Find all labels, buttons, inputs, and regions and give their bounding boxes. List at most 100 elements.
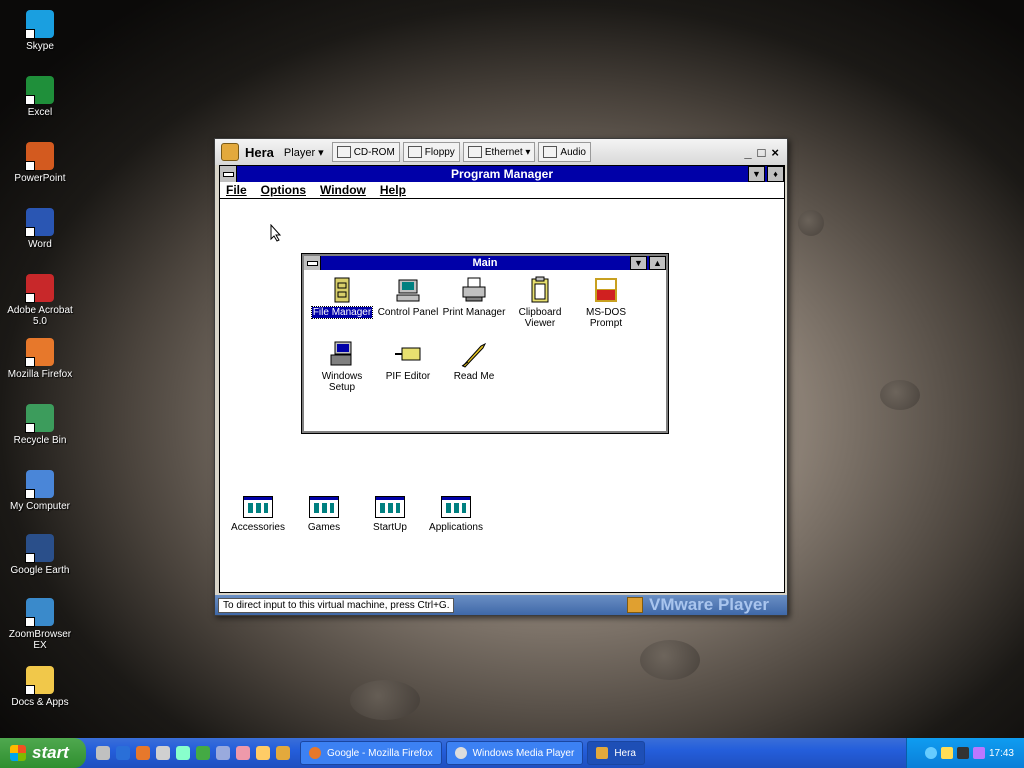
floppy-icon	[407, 146, 422, 158]
folder-icon	[25, 666, 54, 695]
desktop-icon-acrobat[interactable]: Adobe Acrobat 5.0	[4, 274, 76, 327]
firefox-icon	[309, 747, 321, 759]
start-button[interactable]: start	[0, 738, 86, 768]
desktop-icon-my-computer[interactable]: My Computer	[4, 470, 76, 512]
control-panel-icon	[393, 276, 423, 304]
task-firefox[interactable]: Google - Mozilla Firefox	[300, 741, 442, 765]
menu-help[interactable]: Help	[380, 183, 406, 197]
firefox-icon	[25, 338, 54, 367]
clipboard-icon	[525, 276, 555, 304]
recycle-bin-icon	[25, 404, 54, 433]
acrobat-icon	[25, 274, 54, 303]
vmware-toolbar: Hera Player ▾ CD-ROM Floppy Ethernet ▾ A…	[215, 139, 787, 165]
system-menu-icon[interactable]	[304, 256, 321, 270]
vmware-cube-icon	[626, 597, 643, 613]
firefox-icon[interactable]	[136, 746, 150, 760]
program-group-icon	[309, 496, 339, 518]
cd-rom-button[interactable]: CD-ROM	[331, 142, 400, 162]
quick-launch-icon[interactable]	[176, 746, 190, 760]
menu-options[interactable]: Options	[261, 183, 306, 197]
audio-button[interactable]: Audio	[538, 142, 591, 162]
printer-icon	[459, 276, 489, 304]
program-group-icon	[243, 496, 273, 518]
file-cabinet-icon	[327, 276, 357, 304]
ethernet-button[interactable]: Ethernet ▾	[462, 142, 536, 162]
desktop-icon-google-earth[interactable]: Google Earth	[4, 534, 76, 576]
program-file-manager[interactable]: File Manager	[308, 276, 376, 319]
program-group-icon	[375, 496, 405, 518]
cd-rom-icon	[336, 146, 351, 158]
program-group-icon	[441, 496, 471, 518]
desktop-icon-word[interactable]: Word	[4, 208, 76, 250]
windows-flag-icon	[10, 745, 26, 761]
zoombrowser-icon	[25, 598, 54, 627]
group-applications[interactable]: Applications	[426, 496, 486, 533]
desktop-icon-powerpoint[interactable]: PowerPoint	[4, 142, 76, 184]
menu-file[interactable]: File	[226, 183, 247, 197]
program-control-panel[interactable]: Control Panel	[374, 276, 442, 318]
quick-launch	[86, 746, 300, 760]
desktop-icon-zoombrowser[interactable]: ZoomBrowser EX	[4, 598, 76, 651]
program-manager-window: Program Manager ▼ ♦ File Options Window …	[219, 165, 785, 593]
quick-launch-icon[interactable]	[256, 746, 270, 760]
vmware-player-window: Hera Player ▾ CD-ROM Floppy Ethernet ▾ A…	[214, 138, 788, 616]
quick-launch-icon[interactable]	[236, 746, 250, 760]
group-accessories[interactable]: Accessories	[228, 496, 288, 533]
maximize-arrow-icon[interactable]: ▲	[649, 256, 666, 270]
program-manager-titlebar[interactable]: Program Manager ▼ ♦	[220, 166, 784, 182]
program-windows-setup[interactable]: Windows Setup	[308, 340, 376, 393]
player-menu[interactable]: Player ▾	[284, 146, 324, 159]
quick-launch-icon[interactable]	[196, 746, 210, 760]
taskbar: start Google - Mozilla Firefox Windows M…	[0, 738, 1024, 768]
media-player-icon	[454, 747, 467, 759]
pif-editor-icon	[393, 340, 423, 368]
clock[interactable]: 17:43	[989, 748, 1014, 759]
program-read-me[interactable]: Read Me	[440, 340, 508, 382]
close-button[interactable]: ×	[771, 145, 779, 160]
menu-window[interactable]: Window	[320, 183, 366, 197]
program-clipboard-viewer[interactable]: Clipboard Viewer	[506, 276, 574, 329]
group-games[interactable]: Games	[294, 496, 354, 533]
window-controls: _ □ ×	[744, 145, 787, 160]
quick-launch-icon[interactable]	[156, 746, 170, 760]
program-ms-dos-prompt[interactable]: MS-DOS Prompt	[572, 276, 640, 329]
program-print-manager[interactable]: Print Manager	[440, 276, 508, 318]
vmware-icon[interactable]	[276, 746, 290, 760]
desktop-icon-excel[interactable]: Excel	[4, 76, 76, 118]
desktop-icon-docs-apps[interactable]: Docs & Apps	[4, 666, 76, 708]
ie-icon[interactable]	[116, 746, 130, 760]
group-startup[interactable]: StartUp	[360, 496, 420, 533]
mouse-cursor-icon	[270, 224, 282, 242]
minimize-arrow-icon[interactable]: ▼	[630, 256, 647, 270]
word-icon	[25, 208, 54, 237]
desktop-icon-recycle-bin[interactable]: Recycle Bin	[4, 404, 76, 446]
system-menu-icon[interactable]	[220, 166, 237, 182]
desktop-icon-skype[interactable]: Skype	[4, 10, 76, 52]
tray-icon[interactable]	[940, 747, 953, 759]
tray-icon[interactable]	[956, 747, 969, 759]
minimize-button[interactable]: _	[744, 145, 751, 160]
desktop-icon-firefox[interactable]: Mozilla Firefox	[4, 338, 76, 380]
excel-icon	[25, 76, 54, 105]
tray-icon[interactable]	[972, 747, 985, 759]
main-group-titlebar[interactable]: Main ▼ ▲	[304, 256, 666, 270]
vm-name: Hera	[245, 144, 274, 160]
program-pif-editor[interactable]: PIF Editor	[374, 340, 442, 382]
quick-launch-icon[interactable]	[96, 746, 110, 760]
system-tray: 17:43	[906, 738, 1024, 768]
input-hint: To direct input to this virtual machine,…	[218, 597, 455, 613]
quick-launch-icon[interactable]	[216, 746, 230, 760]
task-hera[interactable]: Hera	[587, 741, 645, 765]
minimize-arrow-icon[interactable]: ▼	[748, 166, 765, 182]
tray-expand-icon[interactable]	[924, 747, 937, 759]
read-me-pen-icon	[459, 340, 489, 368]
task-media-player[interactable]: Windows Media Player	[445, 741, 584, 765]
crater-decoration	[798, 210, 824, 236]
crater-decoration	[640, 640, 700, 680]
restore-arrow-icon[interactable]: ♦	[767, 166, 784, 182]
main-group-title: Main	[472, 257, 498, 269]
vmware-logo-icon	[221, 143, 239, 161]
maximize-button[interactable]: □	[758, 145, 766, 160]
skype-icon	[25, 10, 54, 39]
floppy-button[interactable]: Floppy	[402, 142, 460, 162]
